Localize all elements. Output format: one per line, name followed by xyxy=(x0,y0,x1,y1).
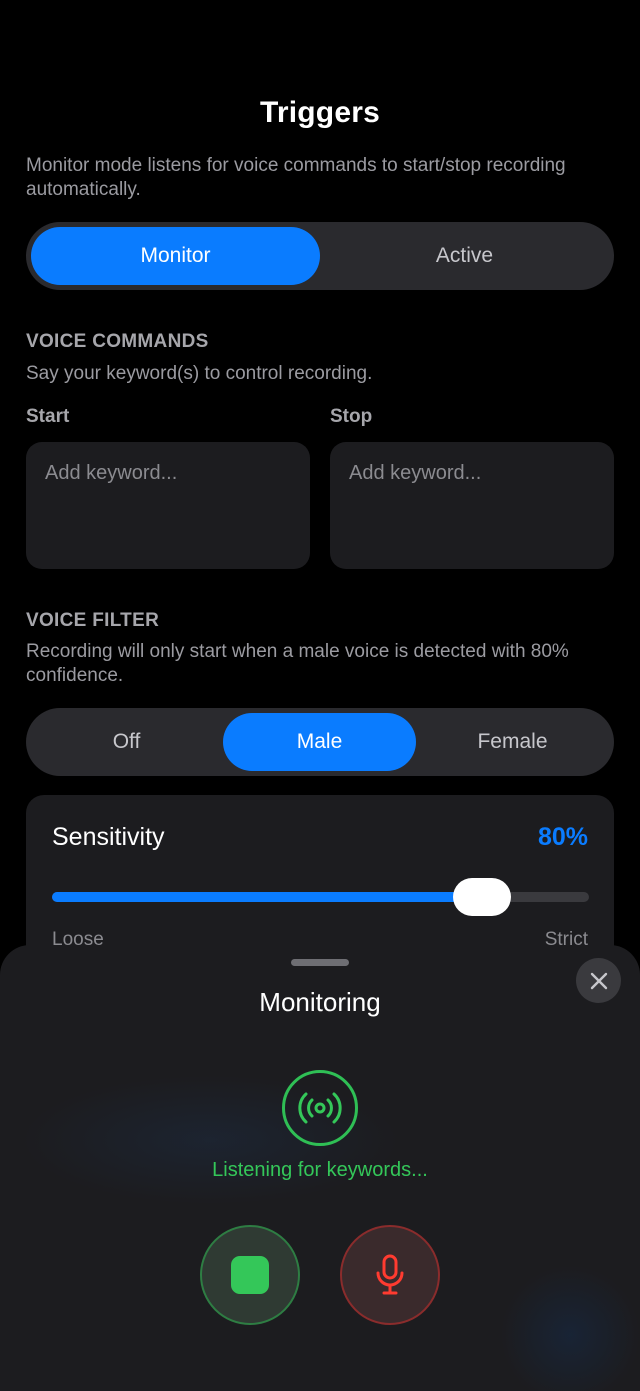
sheet-grabber-handle[interactable] xyxy=(291,959,349,966)
monitoring-sheet: Monitoring Listening for keywords... xyxy=(0,945,640,1391)
stop-monitoring-button[interactable] xyxy=(200,1225,300,1325)
start-keyword-label: Start xyxy=(26,406,70,427)
page-title: Triggers xyxy=(260,96,380,129)
listening-status: Listening for keywords... xyxy=(212,1159,428,1181)
sheet-title: Monitoring xyxy=(259,987,381,1017)
page-intro: Monitor mode listens for voice commands … xyxy=(26,155,566,200)
stop-keyword-input[interactable]: Add keyword... xyxy=(330,442,614,569)
broadcast-icon xyxy=(298,1092,342,1124)
voice-filter-heading: VOICE FILTER xyxy=(26,610,160,631)
mode-segmented-control: Monitor Active xyxy=(26,222,614,290)
stop-keyword-label: Stop xyxy=(330,406,373,427)
sensitivity-slider-thumb[interactable] xyxy=(452,878,511,916)
voice-commands-subtitle: Say your keyword(s) to control recording… xyxy=(26,363,373,384)
start-keyword-input[interactable]: Add keyword... xyxy=(26,442,310,569)
sensitivity-slider-fill xyxy=(52,892,482,902)
voice-filter-subtitle: Recording will only start when a male vo… xyxy=(26,641,569,686)
sensitivity-value: 80% xyxy=(537,823,588,851)
mode-monitor-button[interactable]: Monitor xyxy=(31,227,320,285)
microphone-button[interactable] xyxy=(340,1225,440,1325)
filter-off-button[interactable]: Off xyxy=(30,713,223,771)
sensitivity-label: Sensitivity xyxy=(52,823,165,851)
stop-icon xyxy=(231,1256,269,1294)
start-keyword-placeholder: Add keyword... xyxy=(45,462,178,484)
listening-indicator xyxy=(282,1070,358,1146)
voice-commands-heading: VOICE COMMANDS xyxy=(26,331,209,352)
sensitivity-slider[interactable] xyxy=(52,878,589,916)
sheet-background-glow xyxy=(500,1265,640,1391)
filter-male-button[interactable]: Male xyxy=(223,713,416,771)
microphone-icon xyxy=(376,1254,404,1295)
stop-keyword-placeholder: Add keyword... xyxy=(349,462,482,484)
filter-female-button[interactable]: Female xyxy=(416,713,609,771)
mode-active-button[interactable]: Active xyxy=(320,227,609,285)
voice-filter-segmented-control: Off Male Female xyxy=(26,708,614,776)
triggers-screen: Triggers Monitor mode listens for voice … xyxy=(0,0,640,1391)
